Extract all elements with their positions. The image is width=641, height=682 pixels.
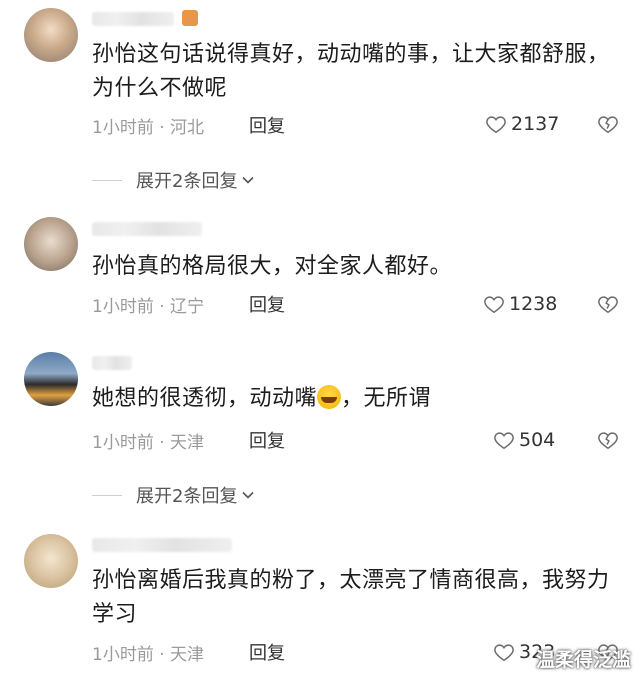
avatar[interactable] [24,217,78,271]
comment-text: 她想的很透彻，动动嘴 ，无所谓 [92,382,612,416]
avatar[interactable] [24,8,78,62]
comment-text-part: ，无所谓 [341,386,432,411]
comment-meta: 1小时前 · 辽宁 [92,297,205,317]
chevron-down-icon [242,491,255,499]
like-count: 2137 [511,113,560,135]
broken-heart-icon[interactable] [597,113,619,135]
username-blurred[interactable] [92,12,174,26]
laughing-crying-emoji-icon [317,385,342,409]
username-blurred[interactable] [92,538,232,552]
comment-text: 孙怡这句话说得真好，动动嘴的事，让大家都舒服，为什么不做呢 [92,42,610,101]
heart-outline-icon [486,116,506,134]
avatar[interactable] [24,352,78,406]
badge-icon [182,10,198,26]
heart-outline-icon [484,296,504,314]
chevron-down-icon [242,176,255,184]
broken-heart-icon[interactable] [597,293,619,315]
watermark: 温柔得泛滥 [535,649,631,671]
username-blurred[interactable] [92,356,132,370]
like-button[interactable]: 504 [493,428,555,452]
divider [92,494,122,496]
comment-text-part: 她想的很透彻，动动嘴 [92,386,318,411]
username-blurred[interactable] [92,222,202,236]
like-count: 1238 [509,293,558,315]
like-button[interactable]: 1238 [483,292,557,316]
comment-meta: 1小时前 · 天津 [92,433,205,453]
expand-replies-button[interactable]: 展开2条回复 [92,167,255,193]
reply-button[interactable]: 回复 [249,112,285,138]
expand-replies-label: 展开2条回复 [136,171,238,192]
comment-text: 孙怡离婚后我真的粉了，太漂亮了情商很高，我努力学习 [92,568,610,627]
expand-replies-label: 展开2条回复 [136,486,238,507]
avatar[interactable] [24,534,78,588]
reply-button[interactable]: 回复 [249,427,285,453]
divider [92,179,122,181]
reply-button[interactable]: 回复 [249,639,285,665]
heart-outline-icon [494,644,514,662]
reply-button[interactable]: 回复 [249,291,285,317]
like-button[interactable]: 2137 [485,112,559,136]
comment-meta: 1小时前 · 河北 [92,118,205,138]
heart-outline-icon [494,432,514,450]
like-count: 504 [519,429,556,451]
comment-text: 孙怡真的格局很大，对全家人都好。 [92,254,453,279]
expand-replies-button[interactable]: 展开2条回复 [92,482,255,508]
comment-meta: 1小时前 · 天津 [92,645,205,665]
broken-heart-icon[interactable] [597,429,619,451]
